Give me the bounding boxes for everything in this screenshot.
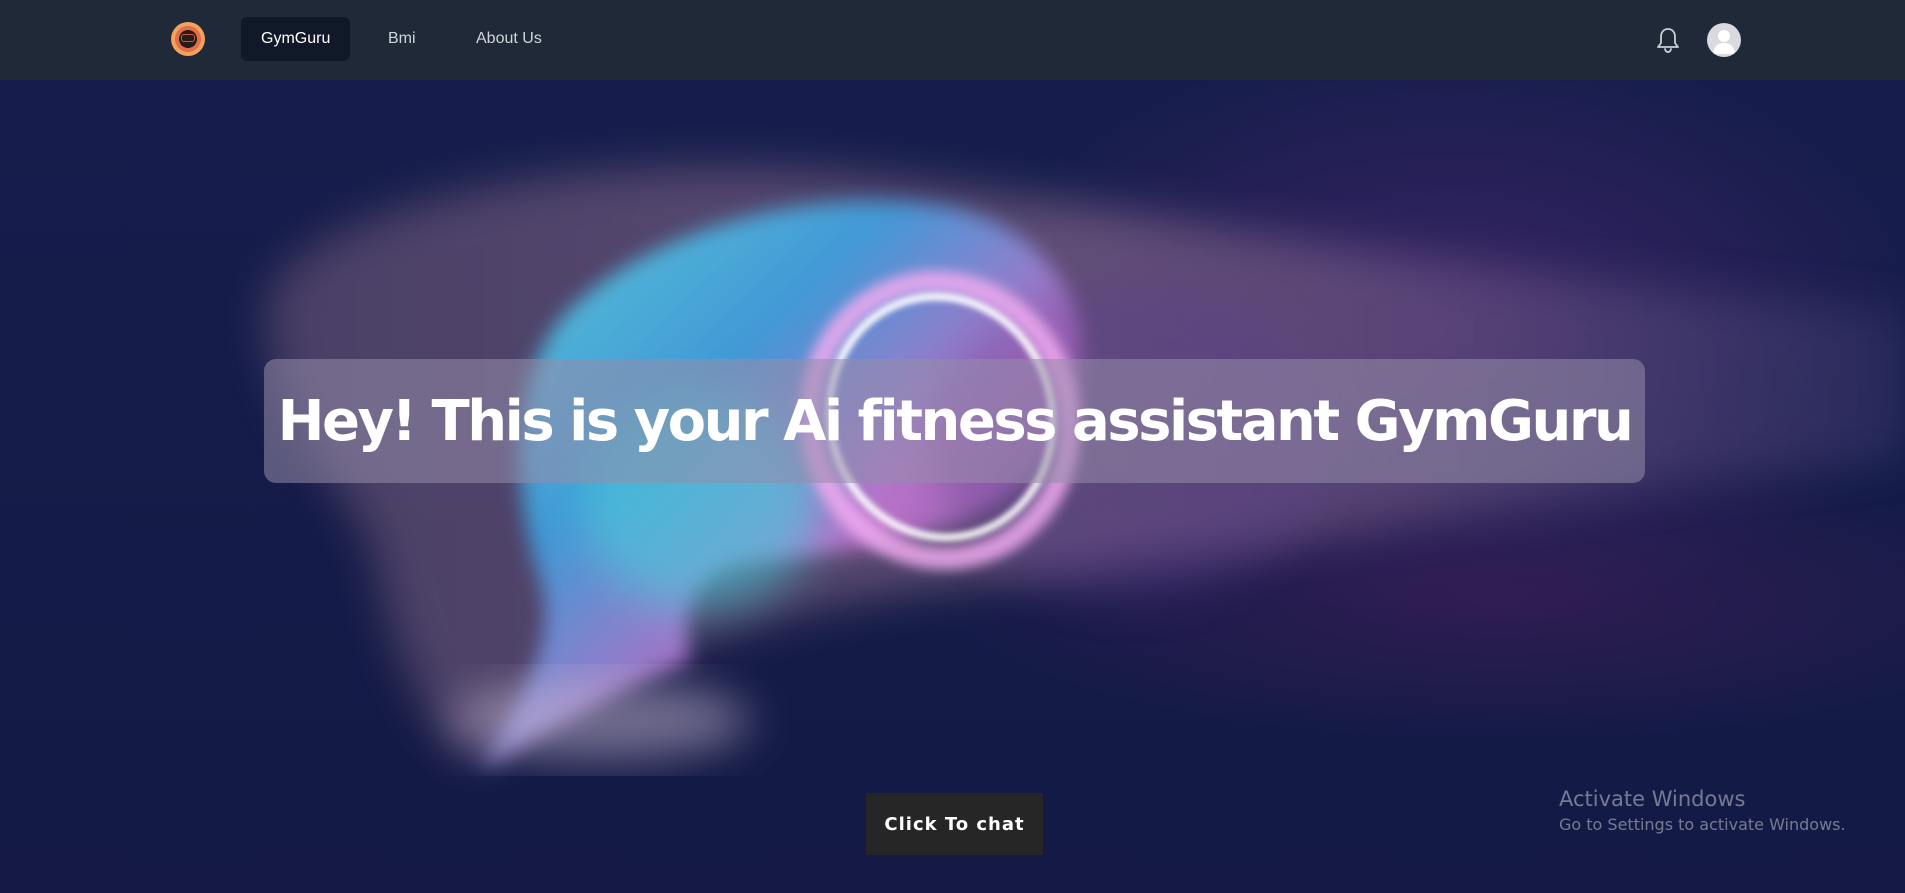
logo-emblem <box>181 34 195 42</box>
click-to-chat-button[interactable]: Click To chat <box>866 793 1043 855</box>
user-avatar-icon[interactable] <box>1707 23 1741 57</box>
nav-item-gymguru[interactable]: GymGuru <box>241 17 351 61</box>
watermark-title: Activate Windows <box>1559 787 1746 811</box>
hero-section: Hey! This is your Ai fitness assistant G… <box>0 80 1905 893</box>
nav-item-bmi[interactable]: Bmi <box>368 17 436 61</box>
activate-windows-watermark: Activate Windows Go to Settings to activ… <box>1559 785 1846 837</box>
bell-icon[interactable] <box>1652 24 1684 56</box>
hero-headline: Hey! This is your Ai fitness assistant G… <box>277 388 1634 454</box>
top-navbar: GymGuru Bmi About Us <box>0 0 1905 80</box>
watermark-subtitle: Go to Settings to activate Windows. <box>1559 815 1846 834</box>
nav-item-about-us[interactable]: About Us <box>456 17 562 61</box>
headline-banner: Hey! This is your Ai fitness assistant G… <box>264 359 1645 483</box>
gymguru-logo-icon[interactable] <box>171 22 205 56</box>
